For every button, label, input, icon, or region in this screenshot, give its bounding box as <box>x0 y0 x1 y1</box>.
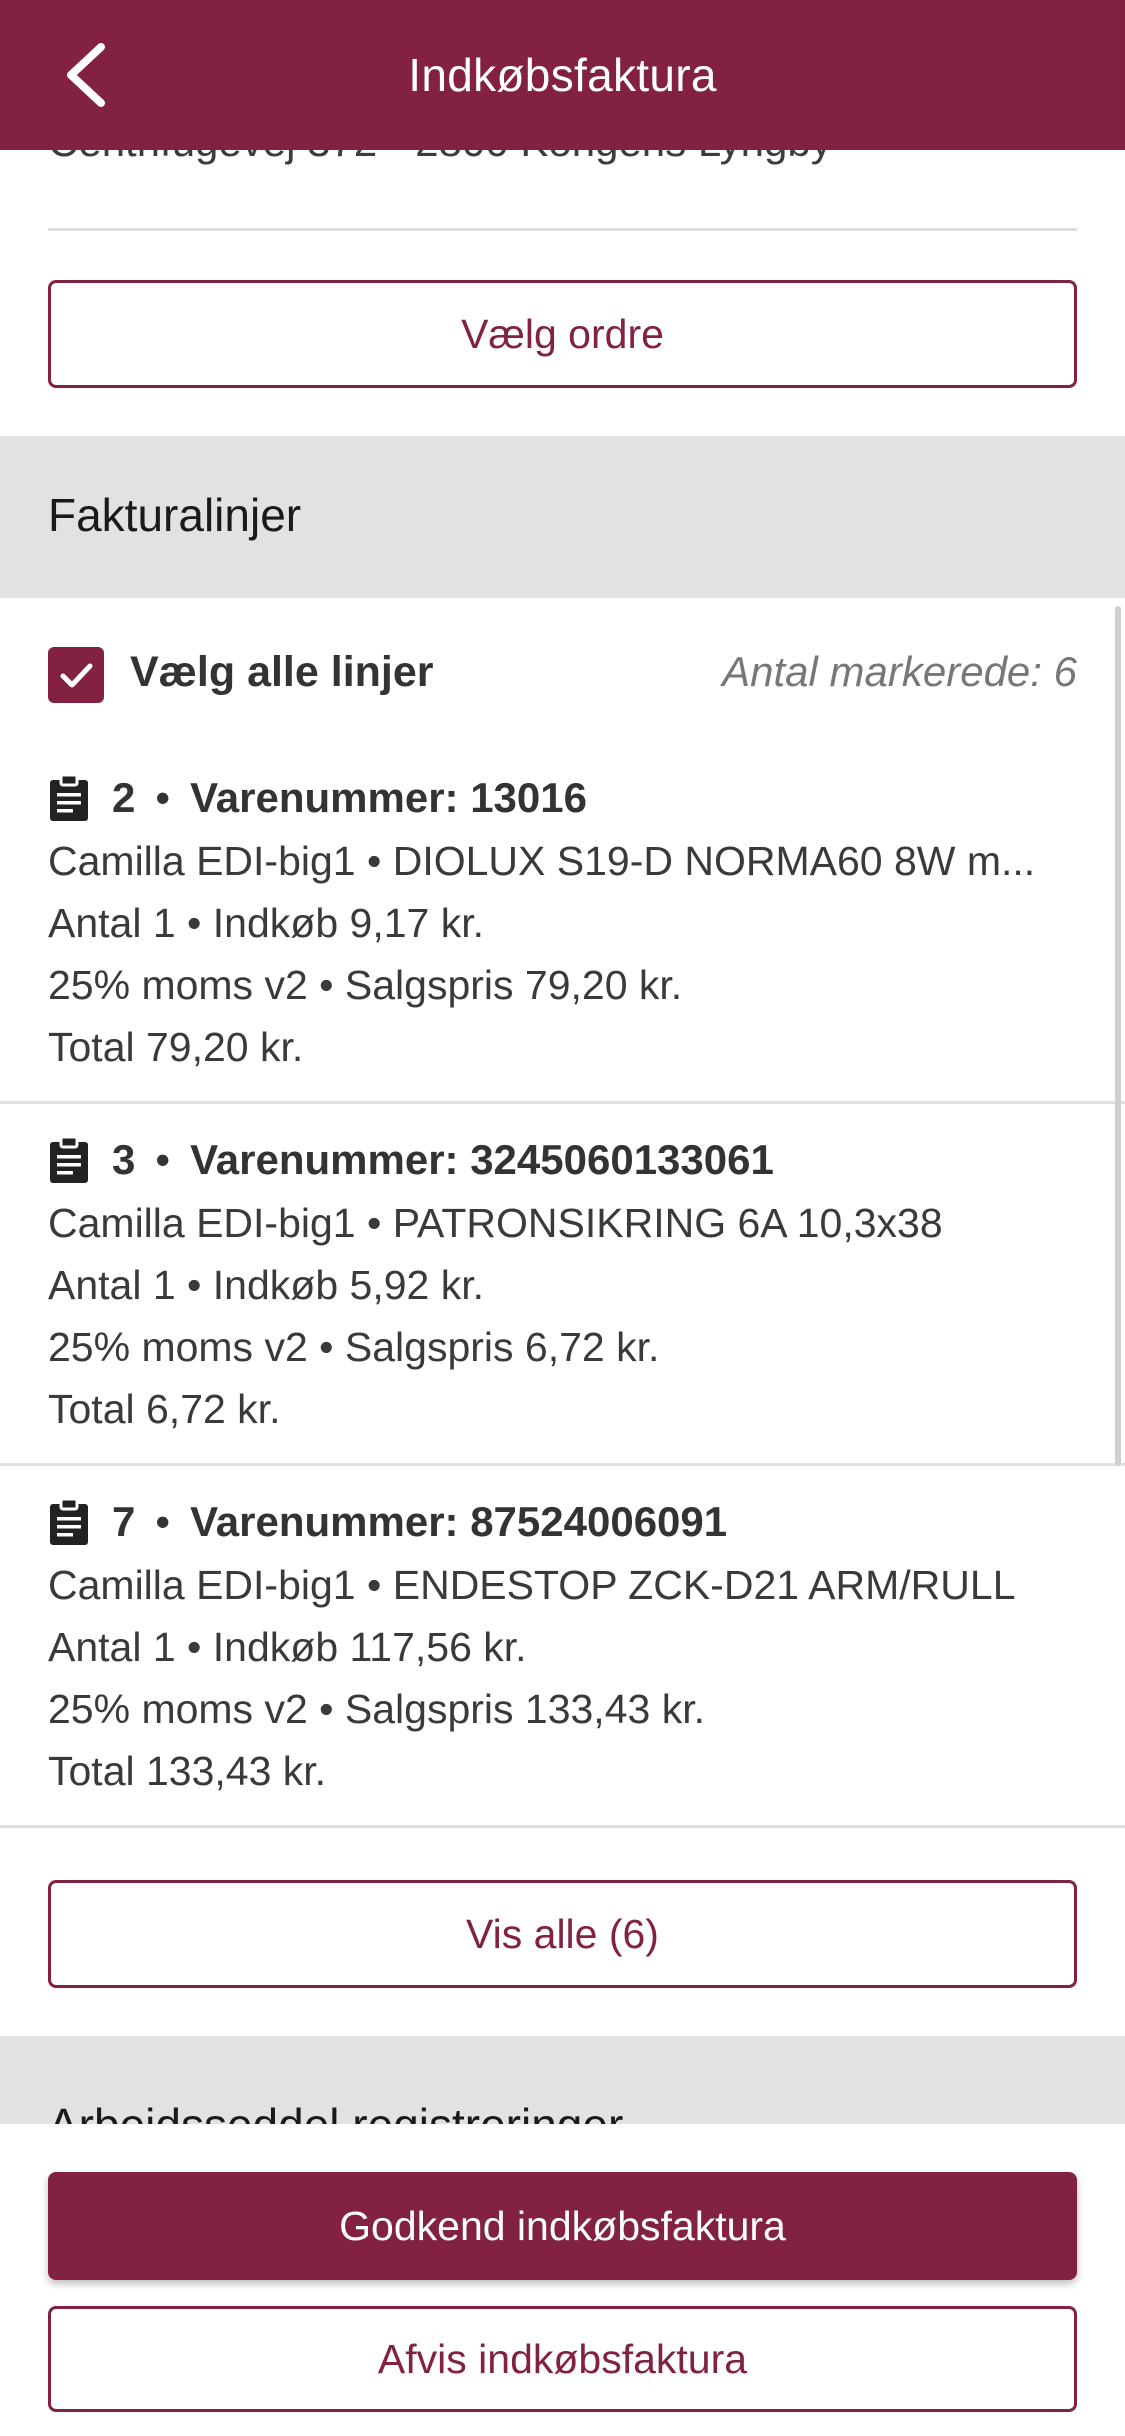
line-vat-sales: 25% moms v2 • Salgspris 6,72 kr. <box>48 1324 660 1370</box>
line-total: Total 6,72 kr. <box>48 1386 281 1432</box>
line-quantity-purchase: Antal 1 • Indkøb 117,56 kr. <box>48 1624 527 1670</box>
line-number: 7 <box>112 1498 136 1545</box>
checkmark-icon <box>60 663 93 688</box>
reject-invoice-button[interactable]: Afvis indkøbsfaktura <box>48 2306 1077 2412</box>
invoice-line-item[interactable]: 7 • Varenummer: 87524006091 Camilla EDI-… <box>0 1466 1125 1828</box>
show-all-lines-button[interactable]: Vis alle (6) <box>48 1880 1077 1988</box>
divider <box>48 228 1077 231</box>
line-vat-sales: 25% moms v2 • Salgspris 133,43 kr. <box>48 1686 705 1732</box>
action-bar: Godkend indkøbsfaktura Afvis indkøbsfakt… <box>0 2124 1125 2436</box>
item-number: Varenummer: 13016 <box>190 774 587 821</box>
line-description: Camilla EDI-big1 • DIOLUX S19-D NORMA60 … <box>48 838 1036 884</box>
line-number: 3 <box>112 1136 136 1183</box>
line-description: Camilla EDI-big1 • ENDESTOP ZCK-D21 ARM/… <box>48 1562 1016 1608</box>
invoice-line-item[interactable]: 2 • Varenummer: 13016 Camilla EDI-big1 •… <box>0 742 1125 1104</box>
select-all-label: Vælg alle linjer <box>130 648 434 696</box>
line-quantity-purchase: Antal 1 • Indkøb 9,17 kr. <box>48 900 484 946</box>
clipboard-icon <box>50 1135 88 1183</box>
approve-invoice-button[interactable]: Godkend indkøbsfaktura <box>48 2172 1077 2280</box>
clipboard-icon <box>50 1497 88 1545</box>
bullet-separator: • <box>155 774 171 821</box>
item-number: Varenummer: 3245060133061 <box>190 1136 774 1183</box>
select-all-row[interactable]: Vælg alle linjer Antal markerede: 6 <box>48 640 1077 710</box>
line-quantity-purchase: Antal 1 • Indkøb 5,92 kr. <box>48 1262 484 1308</box>
line-vat-sales: 25% moms v2 • Salgspris 79,20 kr. <box>48 962 683 1008</box>
item-number: Varenummer: 87524006091 <box>190 1498 728 1545</box>
scrollbar[interactable] <box>1115 606 1121 1466</box>
bullet-separator: • <box>155 1498 171 1545</box>
divider <box>0 1825 1125 1828</box>
line-header: 3 • Varenummer: 3245060133061 <box>48 1132 774 1188</box>
page-title: Indkøbsfaktura <box>408 49 717 101</box>
line-header: 7 • Varenummer: 87524006091 <box>48 1494 727 1550</box>
line-total: Total 133,43 kr. <box>48 1748 327 1794</box>
app-header: Indkøbsfaktura <box>0 0 1125 150</box>
select-order-button[interactable]: Vælg ordre <box>48 280 1077 388</box>
clipboard-icon <box>50 773 88 821</box>
chevron-left-icon <box>67 43 105 107</box>
section-title: Fakturalinjer <box>48 489 302 541</box>
line-total: Total 79,20 kr. <box>48 1024 304 1070</box>
marked-count: Antal markerede: 6 <box>722 648 1077 695</box>
invoice-line-item[interactable]: 3 • Varenummer: 3245060133061 Camilla ED… <box>0 1104 1125 1466</box>
line-header: 2 • Varenummer: 13016 <box>48 770 587 826</box>
select-all-checkbox[interactable] <box>48 647 104 703</box>
back-button[interactable] <box>50 38 120 112</box>
purchase-invoice-screen: Indkøbsfaktura Centrifugevej 372 • 2800 … <box>0 0 1125 2436</box>
bullet-separator: • <box>155 1136 171 1183</box>
line-description: Camilla EDI-big1 • PATRONSIKRING 6A 10,3… <box>48 1200 943 1246</box>
line-number: 2 <box>112 774 136 821</box>
invoice-lines-section-header: Fakturalinjer <box>0 436 1125 598</box>
